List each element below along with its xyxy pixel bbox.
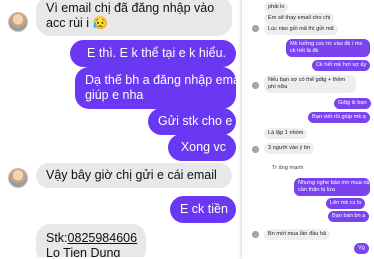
message-text: Xong vc <box>180 140 226 154</box>
reply-preview: Tr ăng mạnh <box>272 165 304 171</box>
outgoing-message: Bạn bán bn ạ <box>328 211 370 222</box>
message-text: Bạn bán bn ạ <box>332 213 366 219</box>
contact-avatar[interactable] <box>8 12 28 32</box>
outgoing-message: Gdtg ik bạn <box>334 98 371 109</box>
message-text: phải lo <box>268 4 285 10</box>
contact-avatar[interactable] <box>8 168 28 188</box>
outgoing-message: Dạ thế bh a đăng nhập email giúp e nha <box>75 67 240 109</box>
message-text: Là lập 1 nhóm <box>268 130 304 136</box>
account-line: Stk:0825984606 <box>46 231 138 246</box>
outgoing-message: E thì. E k thể tại e k hiểu. <box>70 40 236 67</box>
outgoing-message: Mk tưởng coc trc vào đk / mx ck hết là đ… <box>286 39 370 57</box>
account-name: Lo Tien Dung <box>46 246 121 257</box>
outgoing-message: Lên mk cx lo <box>326 198 366 209</box>
outgoing-message: Xong vc <box>168 134 236 161</box>
message-line: acc rùi i 😥 <box>46 16 109 30</box>
message-text: 3 người vào ý bn <box>268 145 311 151</box>
side-chat-screenshot: phải lo Em sẽ thay email cho chị Lúc nào… <box>242 0 374 259</box>
incoming-message: Là lập 1 nhóm <box>264 128 308 139</box>
incoming-message: Vậy bây giờ chị gửi e cái email <box>36 163 232 188</box>
message-text: Gửi stk cho e <box>158 114 233 128</box>
incoming-message: Bn mới mua lần đầu hả <box>264 229 331 240</box>
contact-avatar <box>252 82 259 89</box>
outgoing-message: Bạn viết rồi giúp mk ạ <box>308 112 370 123</box>
message-text: Bn mới mua lần đầu hả <box>268 231 327 237</box>
message-text: Tr ăng mạnh <box>272 165 304 171</box>
message-line: phí nữa <box>268 84 288 90</box>
outgoing-message: Vg <box>354 243 369 254</box>
outgoing-message: Gửi stk cho e <box>148 108 236 135</box>
message-text: Vg <box>358 245 365 251</box>
message-text: E thì. E k thể tại e k hiểu. <box>87 46 226 60</box>
contact-avatar <box>252 231 259 238</box>
main-chat: Vì email chị đã đăng nhập vào acc rùi i … <box>0 0 240 257</box>
message-text: Lúc nào gửi mã thì gửi mã <box>268 26 334 32</box>
outgoing-message: Ck hết mk hơi sợ ấy <box>312 60 371 71</box>
incoming-message: Em sẽ thay email cho chị <box>264 13 335 24</box>
message-line: ck hết là đk <box>290 48 319 54</box>
message-text: Gdtg ik bạn <box>338 100 367 106</box>
incoming-message: Vì email chị đã đăng nhập vào acc rùi i … <box>36 0 232 36</box>
message-line: Mk tưởng coc trc vào đk / mx <box>290 41 363 47</box>
message-text: Vậy bây giờ chị gửi e cái email <box>46 168 217 182</box>
message-text: Lên mk cx lo <box>330 200 362 206</box>
message-line: Nhưng nghe bảo mn mua này k <box>298 180 374 186</box>
incoming-message: Stk:0825984606 Lo Tien Dung <box>36 224 146 257</box>
contact-avatar <box>252 146 259 153</box>
outgoing-message: E ck tiền <box>170 196 236 223</box>
message-line: Vì email chị đã đăng nhập vào <box>46 1 215 15</box>
message-text: Bạn viết rồi giúp mk ạ <box>312 114 366 120</box>
phone-number-link[interactable]: 0825984606 <box>68 231 138 245</box>
message-line: Nếu bạn sợ có thể gdtg + thêm <box>268 77 346 83</box>
incoming-message: Lúc nào gửi mã thì gửi mã <box>264 24 338 35</box>
message-text: Em sẽ thay email cho chị <box>268 15 331 21</box>
incoming-message: phải lo <box>264 2 289 13</box>
message-line: cần thận bị lừa <box>298 187 336 193</box>
outgoing-message: Nhưng nghe bảo mn mua này k cần thận bị … <box>294 178 374 196</box>
message-text: E ck tiền <box>180 202 228 216</box>
message-line: giúp e nha <box>85 88 144 102</box>
contact-avatar <box>252 25 259 32</box>
message-text: Ck hết mk hơi sợ ấy <box>316 62 367 68</box>
message-line: Dạ thế bh a đăng nhập email <box>85 73 240 87</box>
incoming-message: 3 người vào ý bn <box>264 143 315 154</box>
incoming-message: Nếu bạn sợ có thể gdtg + thêm phí nữa <box>264 75 356 93</box>
stk-label: Stk: <box>46 231 68 245</box>
